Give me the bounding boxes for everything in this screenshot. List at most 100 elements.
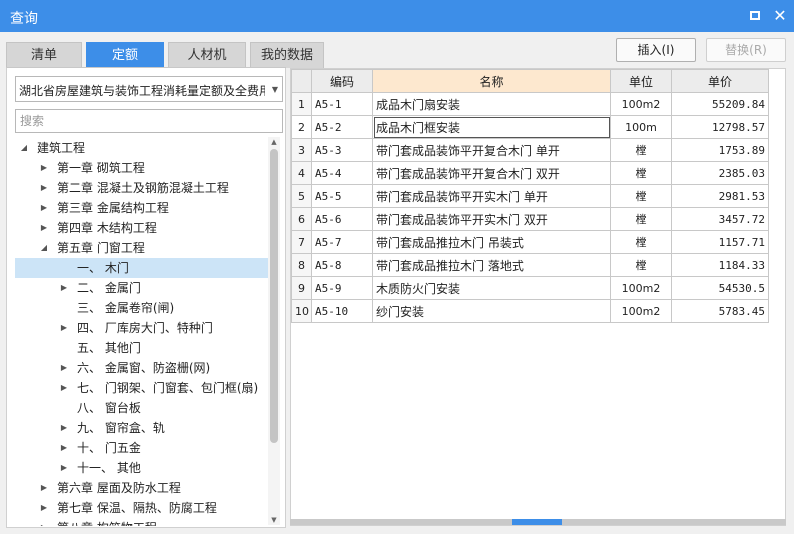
cell-code[interactable]: A5-4 bbox=[311, 161, 373, 185]
cell-name[interactable]: 木质防火门安装 bbox=[372, 276, 611, 300]
table-row[interactable]: 1 A5-1 成品木门扇安装 100m2 55209.84 bbox=[291, 92, 769, 116]
cell-code[interactable]: A5-8 bbox=[311, 253, 373, 277]
tree-node-other-door[interactable]: 五、 其他门 bbox=[15, 338, 269, 358]
cell-unit[interactable]: 樘 bbox=[610, 253, 672, 277]
tree-node-door-hardware[interactable]: ▶ 十、 门五金 bbox=[15, 438, 269, 458]
tree-collapsed-icon[interactable]: ▶ bbox=[39, 498, 49, 518]
maximize-icon[interactable] bbox=[745, 6, 765, 26]
bottom-splitter[interactable] bbox=[290, 519, 786, 525]
header-unit[interactable]: 单位 bbox=[610, 69, 672, 93]
tree-node-chapter-4[interactable]: ▶ 第四章 木结构工程 bbox=[15, 218, 269, 238]
cell-name[interactable]: 带门套成品装饰平开复合木门 双开 bbox=[372, 161, 611, 185]
table-row[interactable]: 4 A5-4 带门套成品装饰平开复合木门 双开 樘 2385.03 bbox=[291, 161, 769, 185]
tree-node-building[interactable]: ◢ 建筑工程 bbox=[15, 138, 269, 158]
cell-unit[interactable]: 100m2 bbox=[610, 92, 672, 116]
table-row[interactable]: 3 A5-3 带门套成品装饰平开复合木门 单开 樘 1753.89 bbox=[291, 138, 769, 162]
cell-name[interactable]: 带门套成品推拉木门 吊装式 bbox=[372, 230, 611, 254]
tree-node-metal-window[interactable]: ▶ 六、 金属窗、防盗栅(网) bbox=[15, 358, 269, 378]
tree-node-door-frame[interactable]: ▶ 七、 门钢架、门窗套、包门框(扇) bbox=[15, 378, 269, 398]
tree-collapsed-icon[interactable]: ▶ bbox=[59, 358, 69, 378]
scroll-down-icon[interactable]: ▼ bbox=[268, 515, 280, 525]
tree-node-chapter-1[interactable]: ▶ 第一章 砌筑工程 bbox=[15, 158, 269, 178]
cell-price[interactable]: 2981.53 bbox=[671, 184, 769, 208]
insert-button[interactable]: 插入(I) bbox=[616, 38, 696, 62]
tab-list[interactable]: 清单 bbox=[6, 42, 82, 68]
header-name[interactable]: 名称 bbox=[372, 69, 611, 93]
tree-collapsed-icon[interactable]: ▶ bbox=[39, 198, 49, 218]
tree-node-rolling-shutter[interactable]: 三、 金属卷帘(闸) bbox=[15, 298, 269, 318]
cell-price[interactable]: 54530.5 bbox=[671, 276, 769, 300]
cell-price[interactable]: 1157.71 bbox=[671, 230, 769, 254]
tree-collapsed-icon[interactable]: ▶ bbox=[39, 518, 49, 526]
cell-code[interactable]: A5-7 bbox=[311, 230, 373, 254]
cell-code[interactable]: A5-6 bbox=[311, 207, 373, 231]
cell-name[interactable]: 纱门安装 bbox=[372, 299, 611, 323]
cell-price[interactable]: 2385.03 bbox=[671, 161, 769, 185]
tab-quota[interactable]: 定额 bbox=[86, 42, 164, 68]
library-select[interactable]: 湖北省房屋建筑与装饰工程消耗量定额及全费用 ▼ bbox=[15, 76, 283, 102]
tree-collapsed-icon[interactable]: ▶ bbox=[39, 218, 49, 238]
cell-unit[interactable]: 樘 bbox=[610, 207, 672, 231]
tree-scrollbar[interactable]: ▲ ▼ bbox=[268, 137, 280, 525]
cell-unit[interactable]: 樘 bbox=[610, 138, 672, 162]
cell-price[interactable]: 1184.33 bbox=[671, 253, 769, 277]
table-row[interactable]: 8 A5-8 带门套成品推拉木门 落地式 樘 1184.33 bbox=[291, 253, 769, 277]
tree-collapsed-icon[interactable]: ▶ bbox=[59, 318, 69, 338]
cell-unit[interactable]: 100m2 bbox=[610, 276, 672, 300]
cell-code[interactable]: A5-3 bbox=[311, 138, 373, 162]
tree-node-chapter-8[interactable]: ▶ 第八章 构筑物工程 bbox=[15, 518, 269, 526]
cell-code[interactable]: A5-2 bbox=[311, 115, 373, 139]
cell-name-active[interactable]: 成品木门框安装 bbox=[372, 115, 611, 139]
cell-price[interactable]: 3457.72 bbox=[671, 207, 769, 231]
tree-collapsed-icon[interactable]: ▶ bbox=[59, 278, 69, 298]
scroll-up-icon[interactable]: ▲ bbox=[268, 137, 280, 147]
table-row[interactable]: 9 A5-9 木质防火门安装 100m2 54530.5 bbox=[291, 276, 769, 300]
tree-collapsed-icon[interactable]: ▶ bbox=[59, 378, 69, 398]
table-row[interactable]: 10 A5-10 纱门安装 100m2 5783.45 bbox=[291, 299, 769, 323]
tree-node-other[interactable]: ▶ 十一、 其他 bbox=[15, 458, 269, 478]
tree-node-chapter-6[interactable]: ▶ 第六章 屋面及防水工程 bbox=[15, 478, 269, 498]
tree-node-metal-door[interactable]: ▶ 二、 金属门 bbox=[15, 278, 269, 298]
search-input[interactable] bbox=[15, 109, 283, 133]
tree-collapsed-icon[interactable]: ▶ bbox=[39, 478, 49, 498]
splitter-handle[interactable] bbox=[512, 519, 562, 525]
tree-collapsed-icon[interactable]: ▶ bbox=[59, 418, 69, 438]
cell-price[interactable]: 5783.45 bbox=[671, 299, 769, 323]
cell-unit[interactable]: 樘 bbox=[610, 230, 672, 254]
cell-name[interactable]: 成品木门扇安装 bbox=[372, 92, 611, 116]
tree-collapsed-icon[interactable]: ▶ bbox=[39, 178, 49, 198]
tree-expanded-icon[interactable]: ◢ bbox=[39, 238, 49, 258]
cell-code[interactable]: A5-5 bbox=[311, 184, 373, 208]
cell-name[interactable]: 带门套成品装饰平开实木门 双开 bbox=[372, 207, 611, 231]
tree-collapsed-icon[interactable]: ▶ bbox=[59, 438, 69, 458]
scrollbar-thumb[interactable] bbox=[270, 149, 278, 443]
tab-labor-material-machine[interactable]: 人材机 bbox=[168, 42, 246, 68]
tree-node-chapter-7[interactable]: ▶ 第七章 保温、隔热、防腐工程 bbox=[15, 498, 269, 518]
tree-node-chapter-3[interactable]: ▶ 第三章 金属结构工程 bbox=[15, 198, 269, 218]
tree-node-chapter-2[interactable]: ▶ 第二章 混凝土及钢筋混凝土工程 bbox=[15, 178, 269, 198]
cell-code[interactable]: A5-10 bbox=[311, 299, 373, 323]
table-row-current[interactable]: 2 A5-2 成品木门框安装 100m 12798.57 bbox=[291, 115, 769, 139]
header-code[interactable]: 编码 bbox=[311, 69, 373, 93]
table-row[interactable]: 6 A5-6 带门套成品装饰平开实木门 双开 樘 3457.72 bbox=[291, 207, 769, 231]
tree-expanded-icon[interactable]: ◢ bbox=[19, 138, 29, 158]
tree-node-curtain-box[interactable]: ▶ 九、 窗帘盒、轨 bbox=[15, 418, 269, 438]
cell-name[interactable]: 带门套成品装饰平开实木门 单开 bbox=[372, 184, 611, 208]
cell-name[interactable]: 带门套成品装饰平开复合木门 单开 bbox=[372, 138, 611, 162]
cell-unit[interactable]: 100m bbox=[610, 115, 672, 139]
cell-price[interactable]: 55209.84 bbox=[671, 92, 769, 116]
tree-node-warehouse-door[interactable]: ▶ 四、 厂库房大门、特种门 bbox=[15, 318, 269, 338]
header-price[interactable]: 单价 bbox=[671, 69, 769, 93]
replace-button[interactable]: 替换(R) bbox=[706, 38, 786, 62]
cell-code[interactable]: A5-9 bbox=[311, 276, 373, 300]
tree-collapsed-icon[interactable]: ▶ bbox=[39, 158, 49, 178]
cell-name[interactable]: 带门套成品推拉木门 落地式 bbox=[372, 253, 611, 277]
cell-unit[interactable]: 樘 bbox=[610, 184, 672, 208]
tree-collapsed-icon[interactable]: ▶ bbox=[59, 458, 69, 478]
tree-node-chapter-5[interactable]: ◢ 第五章 门窗工程 bbox=[15, 238, 269, 258]
close-icon[interactable]: ✕ bbox=[770, 6, 790, 26]
tree-node-window-sill[interactable]: 八、 窗台板 bbox=[15, 398, 269, 418]
cell-unit[interactable]: 100m2 bbox=[610, 299, 672, 323]
cell-unit[interactable]: 樘 bbox=[610, 161, 672, 185]
tree-node-wood-door[interactable]: 一、 木门 bbox=[15, 258, 269, 278]
